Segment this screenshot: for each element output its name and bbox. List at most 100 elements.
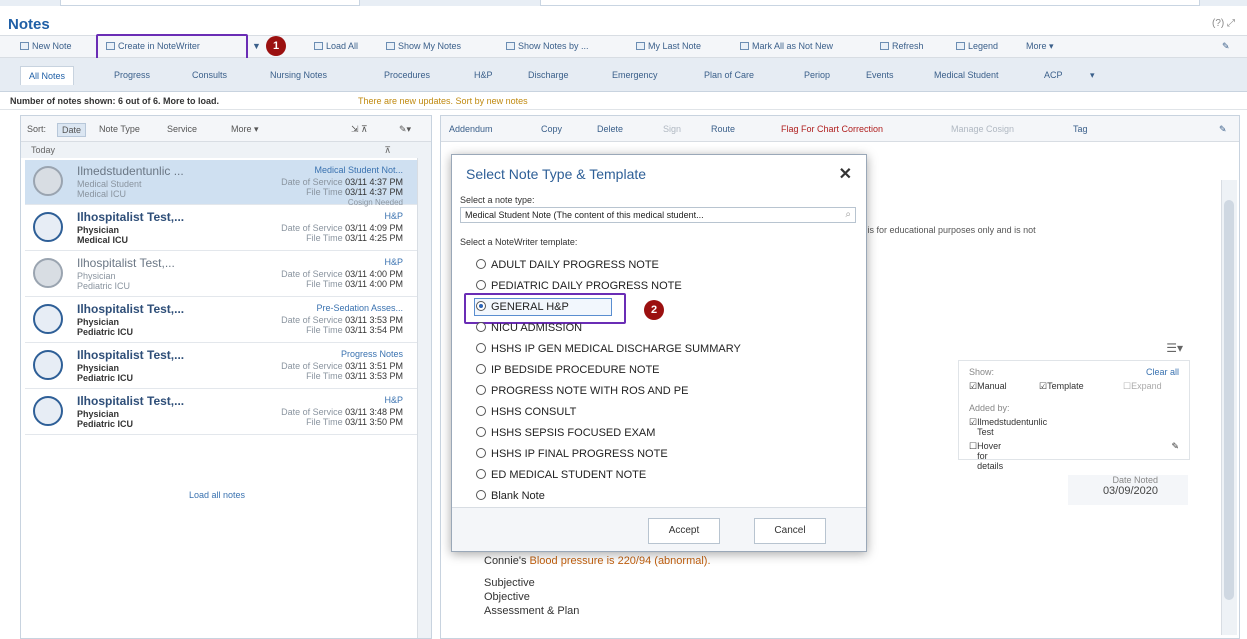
- manual-checkbox[interactable]: ☑ Manual: [969, 381, 1007, 392]
- template-option-progress-ros-pe[interactable]: PROGRESS NOTE WITH ROS AND PE: [476, 385, 688, 397]
- detail-scrollbar[interactable]: [1221, 180, 1237, 635]
- search-icon[interactable]: ⌕: [845, 209, 851, 220]
- sort-note-type-button[interactable]: Note Type: [99, 124, 140, 134]
- legend-button[interactable]: Legend: [956, 41, 998, 51]
- tab-procedures[interactable]: Procedures: [384, 70, 430, 80]
- radio-icon[interactable]: [476, 490, 486, 500]
- sort-bar: Sort: Date Note Type Service More ▾ ⇲ ⊼ …: [21, 116, 431, 142]
- help-expand-icons[interactable]: (?) ⤢: [1212, 18, 1235, 29]
- show-my-notes-checkbox[interactable]: Show My Notes: [386, 41, 461, 51]
- wrench-icon[interactable]: ✎: [1219, 124, 1227, 135]
- radio-selected-icon[interactable]: [476, 301, 486, 311]
- template-option-general-hp[interactable]: GENERAL H&P: [476, 301, 569, 313]
- wrench-icon[interactable]: ✎▾: [399, 124, 411, 135]
- note-author: Ilhospitalist Test,...: [77, 256, 175, 270]
- tab-events[interactable]: Events: [866, 70, 894, 80]
- template-option-hshs-sepsis[interactable]: HSHS SEPSIS FOCUSED EXAM: [476, 427, 655, 439]
- mark-all-not-new-button[interactable]: Mark All as Not New: [740, 41, 833, 51]
- scrollbar-thumb[interactable]: [1224, 200, 1234, 600]
- new-note-button[interactable]: New Note: [20, 41, 72, 51]
- list-item[interactable]: Ilhospitalist Test,... Physician Medical…: [25, 206, 417, 251]
- added-by-user-checkbox[interactable]: ☑ Ilmedstudentunlic Test: [969, 417, 1047, 437]
- tab-progress[interactable]: Progress: [114, 70, 150, 80]
- close-icon[interactable]: ✕: [839, 164, 852, 184]
- tab-emergency[interactable]: Emergency: [612, 70, 658, 80]
- route-button[interactable]: Route: [711, 124, 735, 134]
- template-option-hshs-final-progress[interactable]: HSHS IP FINAL PROGRESS NOTE: [476, 448, 668, 460]
- tab-all-notes[interactable]: All Notes: [20, 66, 75, 85]
- flag-chart-correction-button[interactable]: Flag For Chart Correction: [781, 124, 883, 134]
- template-option-pediatric-daily-progress[interactable]: PEDIATRIC DAILY PROGRESS NOTE: [476, 280, 682, 292]
- new-note-icon: [20, 42, 29, 50]
- template-option-nicu-admission[interactable]: NICU ADMISSION: [476, 322, 582, 334]
- radio-icon[interactable]: [476, 343, 486, 353]
- radio-icon[interactable]: [476, 259, 486, 269]
- my-last-note-button[interactable]: My Last Note: [636, 41, 701, 51]
- tab-consults[interactable]: Consults: [192, 70, 227, 80]
- list-scrollbar[interactable]: [417, 158, 431, 638]
- load-all-notes-link[interactable]: Load all notes: [189, 490, 245, 500]
- sort-service-button[interactable]: Service: [167, 124, 197, 134]
- list-item[interactable]: Ilhospitalist Test,... Physician Pediatr…: [25, 390, 417, 435]
- collapse-group-icon[interactable]: ⊼: [384, 145, 391, 156]
- sign-button[interactable]: Sign: [663, 124, 681, 134]
- list-item[interactable]: Ilhospitalist Test,... Physician Pediatr…: [25, 298, 417, 343]
- collapse-icon[interactable]: ⇲ ⊼: [351, 124, 368, 135]
- today-group-header[interactable]: Today ⊼: [21, 142, 431, 158]
- show-notes-by-checkbox[interactable]: Show Notes by ...: [506, 41, 589, 51]
- tabs-overflow-button[interactable]: ▾: [1090, 70, 1095, 81]
- date-of-service: Date of Service 03/11 4:09 PM: [281, 223, 403, 233]
- sort-more-button[interactable]: More ▾: [231, 124, 259, 135]
- cancel-button[interactable]: Cancel: [754, 518, 826, 544]
- note-type-input[interactable]: Medical Student Note (The content of thi…: [460, 207, 856, 223]
- list-item[interactable]: Ilmedstudentunlic ... Medical Student Me…: [25, 160, 417, 207]
- copy-button[interactable]: Copy: [541, 124, 562, 134]
- tab-periop[interactable]: Periop: [804, 70, 830, 80]
- template-option-ed-medical-student[interactable]: ED MEDICAL STUDENT NOTE: [476, 469, 646, 481]
- note-role: Physician: [77, 271, 116, 281]
- dropdown-arrow-icon[interactable]: ▼: [252, 41, 261, 51]
- sort-date-button[interactable]: Date: [57, 123, 87, 137]
- new-updates-link[interactable]: There are new updates. Sort by new notes: [358, 96, 528, 106]
- tab-hp[interactable]: H&P: [474, 70, 493, 80]
- tab-medical-student[interactable]: Medical Student: [934, 70, 999, 80]
- radio-icon[interactable]: [476, 406, 486, 416]
- filter-menu-icon[interactable]: ☰▾: [1166, 341, 1183, 355]
- step1-badge: 1: [266, 36, 286, 56]
- template-option-blank-note[interactable]: Blank Note: [476, 490, 545, 502]
- list-item[interactable]: Ilhospitalist Test,... Physician Pediatr…: [25, 252, 417, 297]
- wrench-icon[interactable]: ✎: [1171, 441, 1179, 452]
- expand-checkbox[interactable]: ☐ Expand: [1123, 381, 1162, 392]
- template-option-hshs-consult[interactable]: HSHS CONSULT: [476, 406, 576, 418]
- note-unit: Pediatric ICU: [77, 373, 134, 383]
- radio-icon[interactable]: [476, 427, 486, 437]
- template-option-bedside-procedure[interactable]: IP BEDSIDE PROCEDURE NOTE: [476, 364, 660, 376]
- addendum-button[interactable]: Addendum: [449, 124, 493, 134]
- tab-discharge[interactable]: Discharge: [528, 70, 569, 80]
- delete-button[interactable]: Delete: [597, 124, 623, 134]
- template-option-adult-daily-progress[interactable]: ADULT DAILY PROGRESS NOTE: [476, 259, 659, 271]
- more-menu-button[interactable]: More ▾: [1026, 41, 1054, 52]
- tab-acp[interactable]: ACP: [1044, 70, 1063, 80]
- template-checkbox[interactable]: ☑ Template: [1039, 381, 1084, 392]
- note-role: Physician: [77, 317, 120, 327]
- list-item[interactable]: Ilhospitalist Test,... Physician Pediatr…: [25, 344, 417, 389]
- accept-button[interactable]: Accept: [648, 518, 720, 544]
- hover-details-checkbox[interactable]: ☐ Hover for details: [969, 441, 1003, 471]
- template-option-hshs-gen-discharge[interactable]: HSHS IP GEN MEDICAL DISCHARGE SUMMARY: [476, 343, 741, 355]
- tab-plan-of-care[interactable]: Plan of Care: [704, 70, 754, 80]
- radio-icon[interactable]: [476, 469, 486, 479]
- refresh-button[interactable]: Refresh: [880, 41, 924, 51]
- note-type: H&P: [384, 211, 403, 221]
- radio-icon[interactable]: [476, 448, 486, 458]
- radio-icon[interactable]: [476, 364, 486, 374]
- load-all-button[interactable]: Load All: [314, 41, 358, 51]
- tab-nursing-notes[interactable]: Nursing Notes: [270, 70, 327, 80]
- manage-cosign-button[interactable]: Manage Cosign: [951, 124, 1014, 134]
- radio-icon[interactable]: [476, 322, 486, 332]
- wrench-icon[interactable]: ✎: [1222, 41, 1230, 52]
- radio-icon[interactable]: [476, 280, 486, 290]
- tag-button[interactable]: Tag: [1073, 124, 1088, 134]
- radio-icon[interactable]: [476, 385, 486, 395]
- clear-all-link[interactable]: Clear all: [1146, 367, 1179, 377]
